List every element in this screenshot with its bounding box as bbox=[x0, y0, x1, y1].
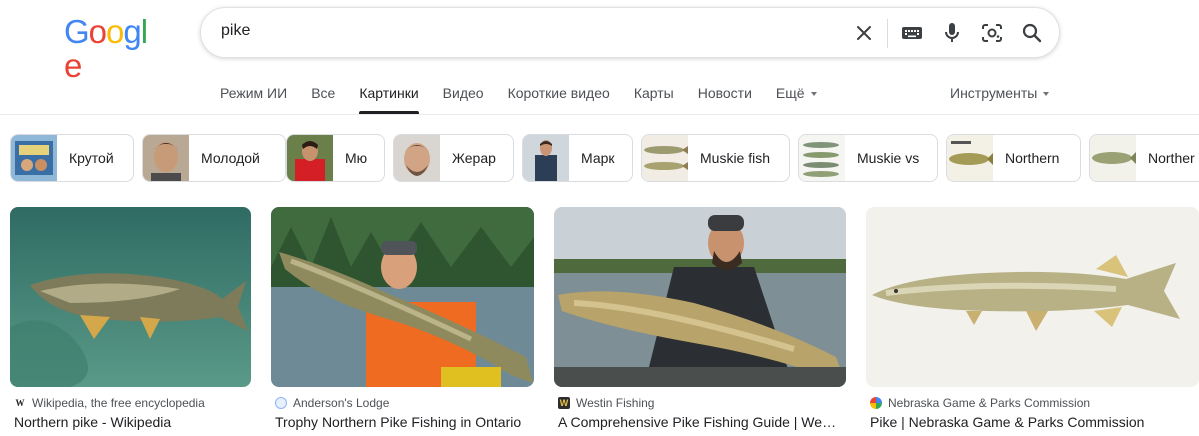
logo-letter: o bbox=[88, 13, 107, 50]
image-result[interactable]: W Wikipedia, the free encyclopedia North… bbox=[10, 207, 251, 430]
chip-molodoy[interactable]: Молодой bbox=[142, 134, 286, 182]
tab-label: Короткие видео bbox=[507, 85, 610, 101]
image-result[interactable]: Anderson's Lodge Trophy Northern Pike Fi… bbox=[271, 207, 534, 430]
chip-myu[interactable]: Мю bbox=[286, 134, 385, 182]
tab-news[interactable]: Новости bbox=[698, 74, 752, 114]
source-label: Wikipedia, the free encyclopedia bbox=[32, 396, 205, 410]
chip-muskie-fish[interactable]: Muskie fish bbox=[641, 134, 790, 182]
chip-label: Northern bbox=[1005, 150, 1060, 166]
chip-mark[interactable]: Марк bbox=[522, 134, 633, 182]
result-source: W Wikipedia, the free encyclopedia bbox=[14, 396, 205, 410]
search-tabs: Режим ИИ Все Картинки Видео Короткие вид… bbox=[220, 74, 841, 114]
chip-thumbnail bbox=[394, 135, 440, 181]
logo-letter: o bbox=[106, 13, 124, 50]
result-title[interactable]: Northern pike - Wikipedia bbox=[14, 414, 251, 430]
tab-ai-mode[interactable]: Режим ИИ bbox=[220, 74, 287, 114]
tab-label: Карты bbox=[633, 85, 674, 101]
tab-maps[interactable]: Карты bbox=[634, 74, 674, 114]
chip-thumbnail bbox=[143, 135, 189, 181]
image-result[interactable]: Nebraska Game & Parks Commission Pike | … bbox=[866, 207, 1199, 430]
tab-all[interactable]: Все bbox=[311, 74, 335, 114]
result-title[interactable]: Pike | Nebraska Game & Parks Commission bbox=[870, 414, 1193, 430]
chevron-down-icon bbox=[1043, 92, 1050, 97]
source-label: Anderson's Lodge bbox=[293, 396, 390, 410]
chip-thumbnail bbox=[947, 135, 993, 181]
chevron-down-icon bbox=[810, 92, 817, 97]
tabs-divider bbox=[0, 114, 1199, 115]
search-divider bbox=[887, 19, 888, 48]
tools-button[interactable]: Инструменты bbox=[950, 85, 1050, 101]
microphone-icon[interactable] bbox=[939, 20, 965, 46]
tab-label: Видео bbox=[442, 85, 484, 101]
logo-letter: e bbox=[64, 47, 82, 84]
chip-muskie-vs[interactable]: Muskie vs bbox=[798, 134, 938, 182]
image-result[interactable]: W Westin Fishing A Comprehensive Pike Fi… bbox=[554, 207, 846, 430]
chip-label: Norther bbox=[1148, 150, 1195, 166]
result-image[interactable] bbox=[554, 207, 846, 387]
logo-letter: G bbox=[64, 13, 90, 50]
close-icon[interactable] bbox=[851, 20, 877, 46]
tab-videos[interactable]: Видео bbox=[443, 74, 484, 114]
chip-label: Марк bbox=[581, 150, 615, 166]
search-input[interactable] bbox=[221, 22, 821, 40]
chip-zherar[interactable]: Жерар bbox=[393, 134, 514, 182]
result-image[interactable] bbox=[10, 207, 251, 387]
tab-label: Картинки bbox=[359, 85, 419, 101]
chip-label: Молодой bbox=[201, 150, 260, 166]
google-logo[interactable]: Googl e bbox=[64, 13, 156, 83]
chip-label: Мю bbox=[345, 150, 368, 166]
search-box[interactable] bbox=[200, 7, 1060, 58]
chip-norther[interactable]: Norther bbox=[1089, 134, 1199, 182]
search-icon[interactable] bbox=[1019, 20, 1045, 46]
lens-camera-icon[interactable] bbox=[979, 20, 1005, 46]
source-label: Nebraska Game & Parks Commission bbox=[888, 396, 1091, 410]
result-title[interactable]: Trophy Northern Pike Fishing in Ontario bbox=[275, 414, 529, 430]
tab-short-videos[interactable]: Короткие видео bbox=[508, 74, 610, 114]
result-source: W Westin Fishing bbox=[558, 396, 654, 410]
chip-label: Жерар bbox=[452, 150, 496, 166]
wikipedia-favicon-icon: W bbox=[15, 398, 25, 408]
globe-favicon-icon bbox=[275, 397, 287, 409]
chip-northern[interactable]: Northern bbox=[946, 134, 1081, 182]
result-title[interactable]: A Comprehensive Pike Fishing Guide | Wes… bbox=[558, 414, 840, 430]
tab-label: Все bbox=[311, 85, 336, 101]
chip-thumbnail bbox=[799, 135, 845, 181]
westin-favicon-icon: W bbox=[558, 397, 570, 409]
result-source: Nebraska Game & Parks Commission bbox=[870, 396, 1090, 410]
tools-label: Инструменты bbox=[950, 85, 1038, 101]
chip-thumbnail bbox=[1090, 135, 1136, 181]
chip-label: Muskie vs bbox=[857, 150, 920, 166]
logo-letter: l bbox=[140, 13, 148, 50]
tab-label: Ещё bbox=[775, 85, 805, 101]
chip-label: Крутой bbox=[69, 150, 114, 166]
tab-label: Режим ИИ bbox=[220, 85, 288, 101]
chip-thumbnail bbox=[11, 135, 57, 181]
chip-thumbnail bbox=[642, 135, 688, 181]
chip-krutoy[interactable]: Крутой bbox=[10, 134, 134, 182]
chip-label: Muskie fish bbox=[700, 150, 771, 166]
nebraska-favicon-icon bbox=[870, 397, 882, 409]
tab-more[interactable]: Ещё bbox=[776, 74, 817, 114]
keyboard-icon[interactable] bbox=[899, 20, 925, 46]
result-source: Anderson's Lodge bbox=[275, 396, 389, 410]
result-image[interactable] bbox=[271, 207, 534, 387]
tab-label: Новости bbox=[697, 85, 752, 101]
result-image[interactable] bbox=[866, 207, 1199, 387]
source-label: Westin Fishing bbox=[576, 396, 655, 410]
chip-thumbnail bbox=[287, 135, 333, 181]
logo-letter: g bbox=[123, 13, 141, 50]
chip-thumbnail bbox=[523, 135, 569, 181]
tab-images[interactable]: Картинки bbox=[359, 74, 420, 114]
